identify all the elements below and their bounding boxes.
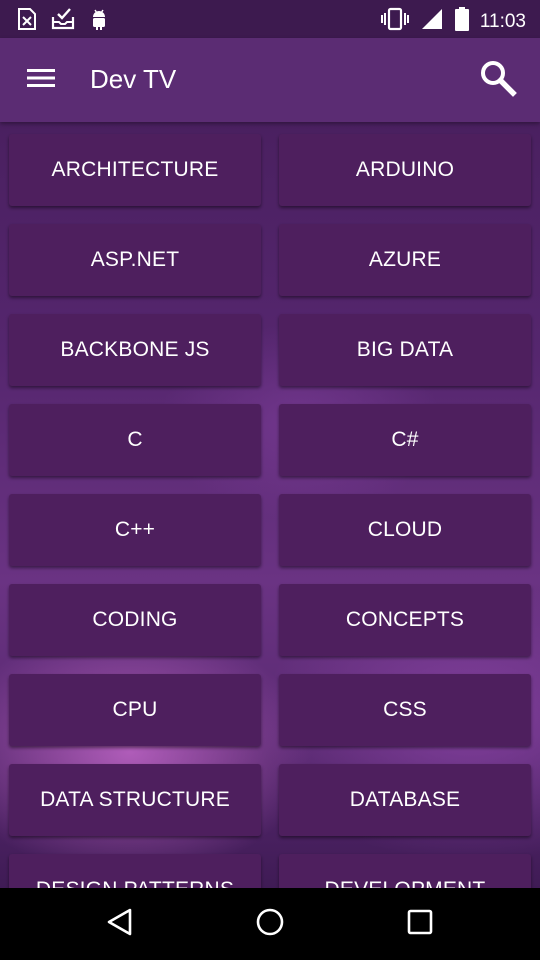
home-icon (255, 907, 285, 942)
category-tile[interactable]: CLOUD (279, 494, 531, 566)
category-tile[interactable]: BIG DATA (279, 314, 531, 386)
category-tile[interactable]: CODING (9, 584, 261, 656)
battery-icon (454, 6, 470, 37)
category-grid: ARCHITECTURE ARDUINO ASP.NET AZURE BACKB… (9, 134, 531, 888)
category-tile[interactable]: ARDUINO (279, 134, 531, 206)
back-icon (105, 907, 135, 942)
signal-icon (420, 6, 444, 37)
category-content[interactable]: ARCHITECTURE ARDUINO ASP.NET AZURE BACKB… (0, 122, 540, 888)
category-tile[interactable]: DATA STRUCTURE (9, 764, 261, 836)
search-button[interactable] (474, 56, 522, 104)
home-button[interactable] (245, 900, 295, 948)
category-tile[interactable]: DEVELOPMENT (279, 854, 531, 888)
inbox-check-icon (50, 7, 76, 36)
sim-error-icon (16, 7, 38, 36)
recents-button[interactable] (395, 900, 445, 948)
category-tile[interactable]: CSS (279, 674, 531, 746)
status-time: 11:03 (479, 10, 526, 32)
category-tile[interactable]: CPU (9, 674, 261, 746)
app-bar: Dev TV (0, 38, 540, 122)
navigation-bar (0, 888, 540, 960)
android-icon (88, 7, 110, 36)
app-title: Dev TV (90, 64, 177, 94)
category-tile[interactable]: ASP.NET (9, 224, 261, 296)
menu-button[interactable] (18, 58, 64, 102)
category-tile[interactable]: C (9, 404, 261, 476)
category-tile[interactable]: ARCHITECTURE (9, 134, 261, 206)
vibrate-icon (380, 6, 410, 37)
category-tile[interactable]: CONCEPTS (279, 584, 531, 656)
status-right-icons: 11:03 (380, 6, 526, 37)
category-tile[interactable]: DESIGN PATTERNS (9, 854, 261, 888)
recents-icon (405, 907, 435, 942)
category-tile[interactable]: DATABASE (279, 764, 531, 836)
category-tile[interactable]: C++ (9, 494, 261, 566)
screen: 11:03 Dev TV ARCHITECTURE ARDUINO ASP.NE… (0, 0, 540, 960)
category-tile[interactable]: BACKBONE JS (9, 314, 261, 386)
menu-icon (26, 66, 56, 95)
status-left-icons (16, 7, 110, 36)
search-icon (479, 59, 517, 102)
category-tile[interactable]: AZURE (279, 224, 531, 296)
category-tile[interactable]: C# (279, 404, 531, 476)
status-bar: 11:03 (0, 0, 540, 38)
back-button[interactable] (95, 900, 145, 948)
